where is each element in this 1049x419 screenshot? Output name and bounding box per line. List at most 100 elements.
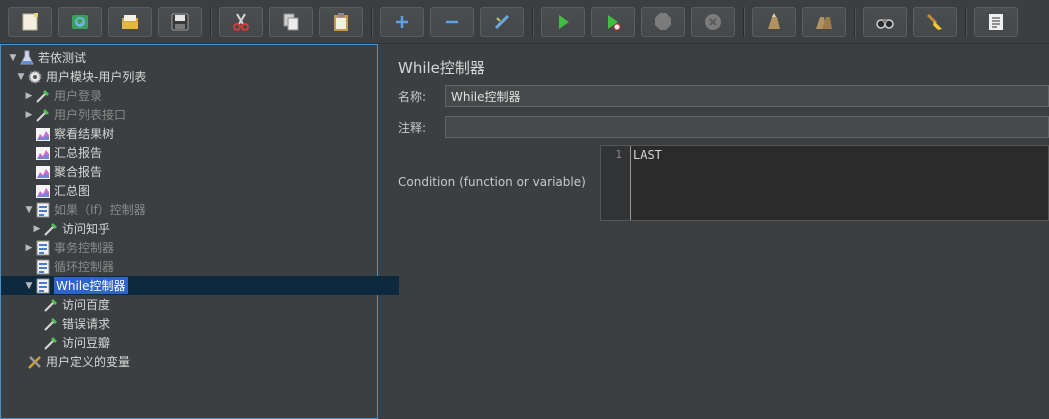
tree-item[interactable]: ▼ 用户模块-用户列表 <box>1 67 391 86</box>
page-title: While控制器 <box>398 59 485 77</box>
copy-button[interactable] <box>269 6 313 37</box>
toolbar-separator <box>743 6 744 37</box>
controller-icon <box>35 259 51 275</box>
clear-all-button[interactable] <box>802 6 846 37</box>
tree-item[interactable]: ▶ 用户列表接口 <box>1 105 399 124</box>
clear-button[interactable] <box>752 6 796 37</box>
controller-icon <box>35 202 51 218</box>
comment-label: 注释: <box>398 121 427 135</box>
tree-item[interactable]: 错误请求 <box>1 314 407 333</box>
condition-value[interactable]: LAST <box>633 148 662 162</box>
tree-item[interactable]: 循环控制器 <box>1 257 399 276</box>
toolbar-separator <box>210 6 211 37</box>
open-button[interactable] <box>108 6 152 37</box>
reset-search-button[interactable] <box>913 6 957 37</box>
toolbar-separator <box>854 6 855 37</box>
tree-item[interactable]: 察看结果树 <box>1 124 399 143</box>
stop-button[interactable] <box>641 6 685 37</box>
collapsed-arrow-icon[interactable]: ▶ <box>31 224 43 234</box>
testplan-icon <box>19 50 35 66</box>
toolbar <box>0 0 1049 44</box>
start-no-pause-button[interactable] <box>591 6 635 37</box>
function-helper-button[interactable] <box>974 6 1018 37</box>
tree-item[interactable]: 汇总图 <box>1 181 399 200</box>
toolbar-separator <box>371 6 372 37</box>
new-icon <box>19 11 41 33</box>
collapsed-arrow-icon[interactable]: ▶ <box>23 91 35 101</box>
save-icon <box>169 11 191 33</box>
start-button[interactable] <box>541 6 585 37</box>
condition-editor[interactable]: 1 LAST <box>600 145 1049 221</box>
tree-item-label: 用户模块-用户列表 <box>46 70 147 84</box>
sampler-icon <box>43 297 59 313</box>
clear-all-icon <box>813 11 835 33</box>
expand-button[interactable] <box>380 6 424 37</box>
sampler-icon <box>43 221 59 237</box>
sampler-icon <box>35 88 51 104</box>
listener-icon <box>35 126 51 142</box>
tree-item[interactable]: 用户定义的变量 <box>1 352 391 371</box>
listener-icon <box>35 183 51 199</box>
expanded-arrow-icon[interactable]: ▼ <box>23 281 35 291</box>
tree-item-label: 若依测试 <box>38 51 87 65</box>
collapsed-arrow-icon[interactable]: ▶ <box>23 110 35 120</box>
tree-item-label: 用户定义的变量 <box>46 355 131 369</box>
paste-icon <box>330 11 352 33</box>
cut-icon <box>230 11 252 33</box>
expanded-arrow-icon[interactable]: ▼ <box>23 205 35 215</box>
tree-item-label: 汇总图 <box>54 184 91 198</box>
save-button[interactable] <box>158 6 202 37</box>
new-button[interactable] <box>8 6 52 37</box>
search-button[interactable] <box>863 6 907 37</box>
tree-item-label: 用户列表接口 <box>54 108 127 122</box>
tree-item-label: 汇总报告 <box>54 146 103 160</box>
collapse-button[interactable] <box>430 6 474 37</box>
shutdown-icon <box>702 11 724 33</box>
name-field[interactable] <box>445 85 1049 107</box>
toolbar-separator <box>965 6 966 37</box>
tree-item-label: 访问百度 <box>62 298 111 312</box>
tree-item-label: 聚合报告 <box>54 165 103 179</box>
tree-item[interactable]: 访问百度 <box>1 295 407 314</box>
tree-item[interactable]: 访问豆瓣 <box>1 333 407 352</box>
sampler-icon <box>35 107 51 123</box>
paste-button[interactable] <box>319 6 363 37</box>
tree-item[interactable]: 汇总报告 <box>1 143 399 162</box>
test-plan-tree[interactable]: ▼ 若依测试 ▼ 用户模块-用户列表 ▶ 用户登录 ▶ 用户列表接口 察看结果树 汇总报告 聚合报告… <box>0 44 399 419</box>
tree-item-label: 如果（If）控制器 <box>54 203 146 217</box>
clear-icon <box>763 11 785 33</box>
listener-icon <box>35 145 51 161</box>
toggle-button[interactable] <box>480 6 524 37</box>
name-label: 名称: <box>398 90 427 104</box>
comment-field[interactable] <box>445 116 1049 138</box>
expanded-arrow-icon[interactable]: ▼ <box>15 72 27 82</box>
tree-item[interactable]: ▶ 访问知乎 <box>1 219 407 238</box>
collapsed-arrow-icon[interactable]: ▶ <box>23 243 35 253</box>
open-icon <box>119 11 141 33</box>
tree-item[interactable]: ▼ 如果（If）控制器 <box>1 200 399 219</box>
templates-icon <box>69 11 91 33</box>
search-icon <box>874 11 896 33</box>
controller-icon <box>35 278 51 294</box>
cut-button[interactable] <box>219 6 263 37</box>
sampler-icon <box>43 316 59 332</box>
config-icon <box>27 354 43 370</box>
expand-icon <box>391 11 413 33</box>
tree-item[interactable]: 聚合报告 <box>1 162 399 181</box>
shutdown-button[interactable] <box>691 6 735 37</box>
templates-button[interactable] <box>58 6 102 37</box>
tree-item[interactable]: ▼ While控制器 <box>1 276 399 295</box>
line-number: 1 <box>601 146 631 220</box>
tree-item-label: 循环控制器 <box>54 260 115 274</box>
sampler-icon <box>43 335 59 351</box>
tree-item[interactable]: ▶ 用户登录 <box>1 86 399 105</box>
function-helper-icon <box>985 11 1007 33</box>
tree-item-label: While控制器 <box>54 277 128 294</box>
condition-label: Condition (function or variable) <box>398 175 586 189</box>
threadgroup-icon <box>27 69 43 85</box>
expanded-arrow-icon[interactable]: ▼ <box>7 53 19 63</box>
controller-icon <box>35 240 51 256</box>
tree-item[interactable]: ▶ 事务控制器 <box>1 238 399 257</box>
tree-item-label: 错误请求 <box>62 317 111 331</box>
tree-item[interactable]: ▼ 若依测试 <box>1 48 383 67</box>
